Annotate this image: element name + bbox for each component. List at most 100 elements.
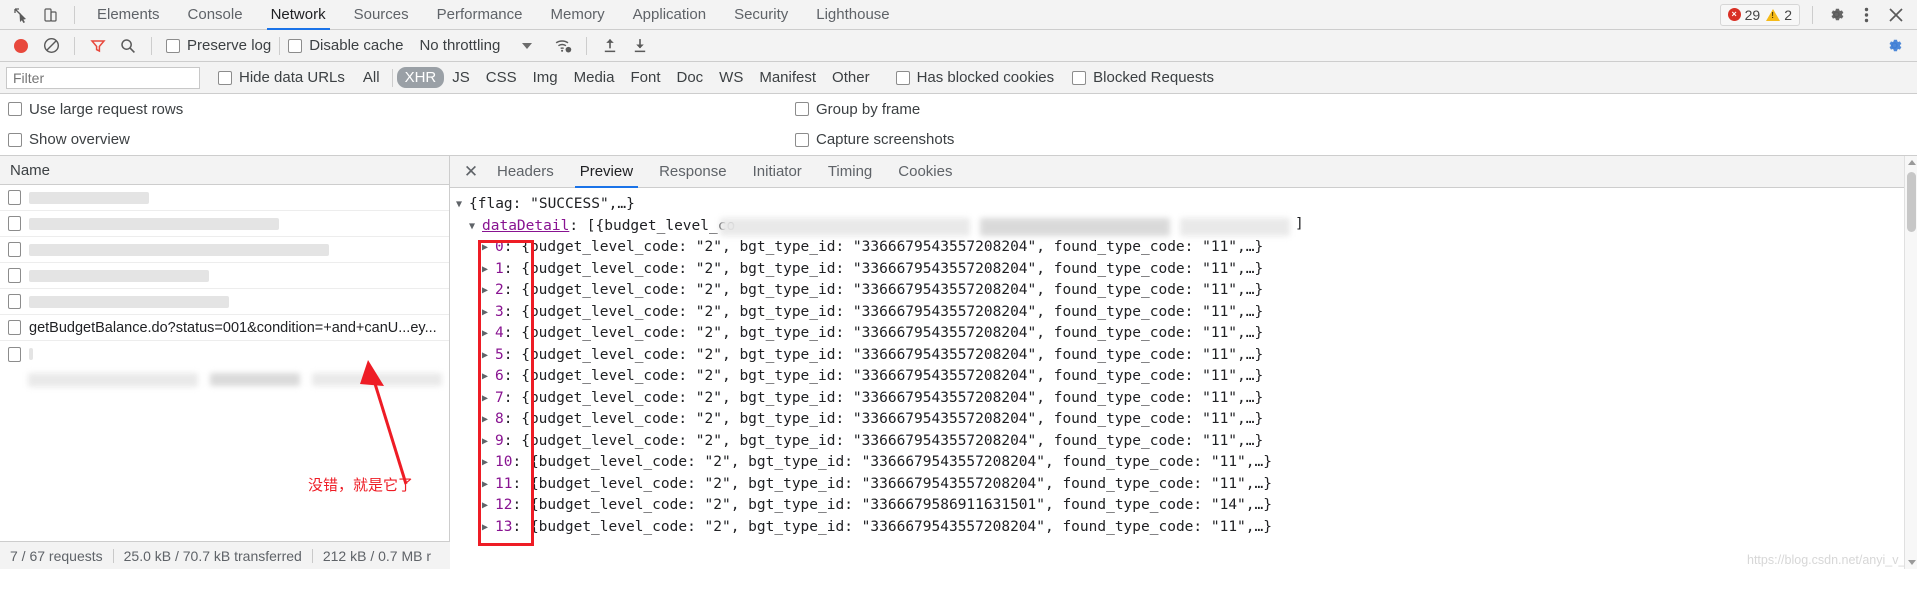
- clear-button[interactable]: [36, 32, 66, 60]
- tab-cookies[interactable]: Cookies: [885, 156, 965, 188]
- table-row[interactable]: [0, 341, 449, 367]
- json-array-item[interactable]: 7: {budget_level_code: "2", bgt_type_id:…: [456, 388, 1917, 410]
- json-array-item[interactable]: 8: {budget_level_code: "2", bgt_type_id:…: [456, 409, 1917, 431]
- filter-type-xhr[interactable]: XHR: [396, 67, 445, 88]
- network-conditions-icon[interactable]: [548, 32, 578, 60]
- scrollbar-vertical[interactable]: [1904, 156, 1917, 569]
- tab-headers[interactable]: Headers: [484, 156, 567, 188]
- json-preview-viewer[interactable]: {flag: "SUCCESS",…} dataDetail : [{budge…: [450, 188, 1917, 538]
- tab-security[interactable]: Security: [720, 0, 802, 30]
- search-input[interactable]: [6, 66, 200, 89]
- filter-type-img[interactable]: Img: [525, 67, 566, 88]
- use-large-request-rows-box[interactable]: [8, 102, 22, 116]
- tab-console[interactable]: Console: [174, 0, 257, 30]
- json-array-item[interactable]: 3: {budget_level_code: "2", bgt_type_id:…: [456, 302, 1917, 324]
- chevron-right-icon[interactable]: [482, 259, 495, 281]
- filter-type-doc[interactable]: Doc: [668, 67, 711, 88]
- scroll-down-arrow[interactable]: [1908, 560, 1916, 565]
- gear-icon[interactable]: [1821, 1, 1851, 29]
- tab-memory[interactable]: Memory: [537, 0, 619, 30]
- row-checkbox[interactable]: [8, 216, 21, 231]
- row-checkbox[interactable]: [8, 294, 21, 309]
- hide-data-urls-box[interactable]: [218, 70, 232, 85]
- import-har-icon[interactable]: [595, 32, 625, 60]
- settings-gear-icon[interactable]: [1879, 32, 1909, 60]
- chevron-right-icon[interactable]: [482, 452, 495, 474]
- tab-performance[interactable]: Performance: [423, 0, 537, 30]
- tab-response[interactable]: Response: [646, 156, 740, 188]
- tab-timing[interactable]: Timing: [815, 156, 885, 188]
- json-array-item[interactable]: 1: {budget_level_code: "2", bgt_type_id:…: [456, 259, 1917, 281]
- blocked-requests-checkbox[interactable]: Blocked Requests: [1072, 69, 1214, 86]
- table-row[interactable]: [0, 211, 449, 237]
- json-array-item[interactable]: 4: {budget_level_code: "2", bgt_type_id:…: [456, 323, 1917, 345]
- chevron-right-icon[interactable]: [482, 474, 495, 496]
- filter-type-media[interactable]: Media: [566, 67, 623, 88]
- json-array-item[interactable]: 2: {budget_level_code: "2", bgt_type_id:…: [456, 280, 1917, 302]
- chevron-down-icon[interactable]: [469, 216, 482, 238]
- table-row[interactable]: [0, 289, 449, 315]
- filter-type-other[interactable]: Other: [824, 67, 878, 88]
- chevron-right-icon[interactable]: [482, 431, 495, 453]
- filter-type-manifest[interactable]: Manifest: [751, 67, 824, 88]
- tab-sources[interactable]: Sources: [340, 0, 423, 30]
- json-array-item[interactable]: 9: {budget_level_code: "2", bgt_type_id:…: [456, 431, 1917, 453]
- close-icon[interactable]: [1881, 1, 1911, 29]
- filter-type-all[interactable]: All: [355, 67, 388, 88]
- close-detail-icon[interactable]: ✕: [458, 156, 484, 188]
- filter-type-font[interactable]: Font: [622, 67, 668, 88]
- json-array-item[interactable]: 12: {budget_level_code: "2", bgt_type_id…: [456, 495, 1917, 517]
- json-array-item[interactable]: 11: {budget_level_code: "2", bgt_type_id…: [456, 474, 1917, 496]
- row-checkbox[interactable]: [8, 190, 21, 205]
- table-row[interactable]: [0, 185, 449, 211]
- hide-data-urls-checkbox[interactable]: Hide data URLs: [218, 69, 345, 86]
- has-blocked-cookies-checkbox[interactable]: Has blocked cookies: [895, 69, 1054, 86]
- inspect-element-icon[interactable]: [6, 1, 36, 29]
- device-toolbar-icon[interactable]: [36, 1, 66, 29]
- chevron-down-icon[interactable]: [522, 42, 533, 49]
- json-array-item[interactable]: 6: {budget_level_code: "2", bgt_type_id:…: [456, 366, 1917, 388]
- chevron-down-icon[interactable]: [456, 194, 469, 216]
- json-array-item[interactable]: 5: {budget_level_code: "2", bgt_type_id:…: [456, 345, 1917, 367]
- capture-screenshots-checkbox[interactable]: Capture screenshots: [795, 131, 954, 148]
- tab-initiator[interactable]: Initiator: [740, 156, 815, 188]
- export-har-icon[interactable]: [625, 32, 655, 60]
- row-checkbox[interactable]: [8, 346, 21, 362]
- tab-network[interactable]: Network: [257, 0, 340, 30]
- show-overview-box[interactable]: [8, 132, 22, 147]
- filter-type-js[interactable]: JS: [444, 67, 478, 88]
- table-row[interactable]: [0, 237, 449, 263]
- preserve-log-box[interactable]: [166, 38, 180, 53]
- chevron-right-icon[interactable]: [482, 409, 495, 431]
- chevron-right-icon[interactable]: [482, 302, 495, 324]
- preserve-log-checkbox[interactable]: Preserve log: [166, 37, 271, 54]
- chevron-right-icon[interactable]: [482, 388, 495, 410]
- chevron-right-icon[interactable]: [482, 345, 495, 367]
- chevron-right-icon[interactable]: [482, 495, 495, 517]
- tab-lighthouse[interactable]: Lighthouse: [802, 0, 903, 30]
- blocked-requests-box[interactable]: [1072, 70, 1087, 85]
- chevron-right-icon[interactable]: [482, 237, 495, 259]
- table-row[interactable]: [0, 263, 449, 289]
- tab-application[interactable]: Application: [619, 0, 720, 30]
- more-options-icon[interactable]: [1851, 1, 1881, 29]
- row-checkbox[interactable]: [8, 242, 21, 257]
- json-array-item[interactable]: 0: {budget_level_code: "2", bgt_type_id:…: [456, 237, 1917, 259]
- scroll-up-arrow[interactable]: [1908, 160, 1916, 165]
- tab-preview[interactable]: Preview: [567, 156, 646, 188]
- name-column-header[interactable]: Name: [0, 156, 449, 185]
- filter-funnel-icon[interactable]: [83, 32, 113, 60]
- filter-type-css[interactable]: CSS: [478, 67, 525, 88]
- scrollbar-thumb[interactable]: [1907, 172, 1916, 232]
- disable-cache-checkbox[interactable]: Disable cache: [288, 37, 403, 54]
- chevron-right-icon[interactable]: [482, 280, 495, 302]
- use-large-request-rows-checkbox[interactable]: Use large request rows: [8, 101, 183, 118]
- search-icon[interactable]: [113, 32, 143, 60]
- filter-type-ws[interactable]: WS: [711, 67, 751, 88]
- json-root-row[interactable]: {flag: "SUCCESS",…}: [456, 194, 1917, 216]
- show-overview-checkbox[interactable]: Show overview: [8, 131, 130, 148]
- group-by-frame-box[interactable]: [795, 102, 809, 116]
- error-counter[interactable]: × 29: [1727, 7, 1760, 23]
- chevron-right-icon[interactable]: [482, 517, 495, 539]
- warning-counter[interactable]: 2: [1766, 7, 1792, 23]
